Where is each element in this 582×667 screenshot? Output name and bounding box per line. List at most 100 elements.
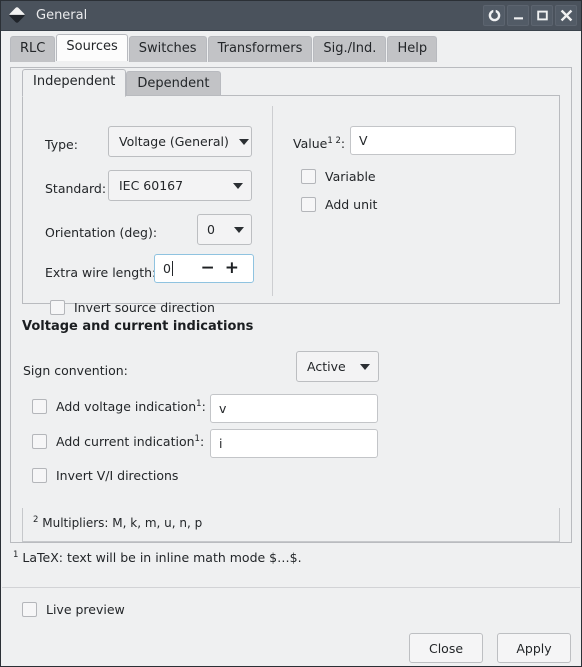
close-icon (560, 9, 572, 22)
spin-decrement-button[interactable]: − (196, 260, 220, 277)
tab-sources[interactable]: Sources (56, 34, 128, 61)
shade-icon (488, 9, 500, 22)
tab-switches[interactable]: Switches (128, 36, 207, 62)
current-indication-input[interactable]: i (210, 429, 378, 458)
maximize-icon (536, 10, 548, 21)
variable-checkbox-row[interactable]: Variable (301, 169, 376, 184)
add-current-indication-label-text: Add current indication (56, 434, 195, 449)
type-combobox[interactable]: Voltage (General) (108, 126, 252, 157)
sign-convention-combobox[interactable]: Active (296, 351, 379, 382)
value-label: Value1 2: (293, 136, 345, 151)
add-current-indication-checkbox[interactable] (32, 434, 47, 449)
voltage-indication-input[interactable]: v (210, 394, 378, 423)
spin-increment-button[interactable]: + (220, 260, 244, 277)
chevron-down-icon (234, 226, 244, 233)
close-button-label: Close (428, 640, 464, 656)
general-dialog: General RLC Sources Switches Transformer… (0, 0, 582, 667)
window-controls (483, 5, 577, 26)
tab-transformers[interactable]: Transformers (207, 36, 313, 62)
current-indication-text: i (219, 436, 223, 451)
add-voltage-indication-label-text: Add voltage indication (56, 399, 197, 414)
standard-combobox[interactable]: IEC 60167 (108, 170, 252, 201)
extra-wire-length-spinbox[interactable]: 0 − + (154, 254, 254, 283)
chevron-down-icon (233, 182, 243, 189)
maximize-button[interactable] (531, 5, 553, 26)
invert-vi-directions-checkbox[interactable] (32, 468, 47, 483)
diamond-logo-icon (8, 6, 27, 25)
orientation-combobox[interactable]: 0 (197, 214, 252, 245)
window-titlebar: General (1, 1, 581, 31)
live-preview-checkbox[interactable] (22, 602, 37, 617)
add-voltage-indication-label: Add voltage indication1: (56, 399, 206, 414)
sources-tab-panel: Independent Dependent Type: Voltage (Gen… (10, 67, 572, 543)
value-input-text: V (359, 133, 368, 148)
add-voltage-indication-checkbox-row[interactable]: Add voltage indication1: (32, 399, 206, 414)
tab-switches-label: Switches (138, 41, 197, 56)
add-current-indication-colon: : (199, 434, 205, 449)
add-unit-checkbox-row[interactable]: Add unit (301, 197, 377, 212)
apply-button-label: Apply (516, 640, 552, 656)
tab-rlc[interactable]: RLC (10, 36, 56, 62)
variable-checkbox[interactable] (301, 169, 316, 184)
tab-sig-ind[interactable]: Sig./Ind. (313, 36, 387, 62)
value-label-colon: : (340, 136, 346, 151)
apply-button[interactable]: Apply (497, 633, 571, 663)
add-unit-label: Add unit (325, 197, 378, 212)
tab-rlc-label: RLC (20, 41, 46, 56)
standard-label: Standard: (45, 181, 107, 196)
chevron-down-icon (238, 138, 249, 145)
type-combobox-value: Voltage (General) (119, 134, 229, 149)
type-label: Type: (45, 137, 78, 152)
voltage-indication-text: v (219, 401, 227, 416)
tab-help-label: Help (397, 41, 428, 56)
value-label-text: Value (293, 136, 328, 151)
tab-sources-label: Sources (66, 39, 118, 54)
close-button-bottom[interactable]: Close (409, 633, 483, 663)
window-title: General (36, 8, 88, 23)
chevron-down-icon (360, 363, 370, 370)
sign-convention-value: Active (307, 359, 346, 374)
indications-section-title: Voltage and current indications (22, 319, 254, 334)
text-caret (171, 261, 173, 276)
tab-sig-ind-label: Sig./Ind. (323, 41, 377, 56)
latex-footnote: 1 LaTeX: text will be in inline math mod… (13, 550, 302, 565)
independent-groupbox: Type: Voltage (General) Standard: IEC 60… (22, 95, 560, 315)
add-current-indication-checkbox-row[interactable]: Add current indication1: (32, 434, 204, 449)
tab-help[interactable]: Help (387, 36, 438, 62)
subtab-independent-label: Independent (33, 74, 116, 89)
main-tabbar: RLC Sources Switches Transformers Sig./I… (1, 31, 581, 62)
add-voltage-indication-checkbox[interactable] (32, 399, 47, 414)
invert-source-direction-label: Invert source direction (74, 300, 215, 315)
standard-combobox-value: IEC 60167 (119, 178, 184, 193)
add-current-indication-label: Add current indication1: (56, 434, 204, 449)
latex-text: LaTeX: text will be in inline math mode … (18, 550, 302, 565)
variable-label: Variable (325, 169, 376, 184)
sign-convention-label: Sign convention: (23, 363, 128, 378)
bottom-separator (2, 587, 580, 588)
invert-source-direction-checkbox[interactable] (50, 300, 65, 315)
minimize-button[interactable] (507, 5, 529, 26)
orientation-combobox-value: 0 (207, 222, 215, 237)
subtab-independent[interactable]: Independent (22, 69, 127, 97)
add-unit-checkbox[interactable] (301, 197, 316, 212)
close-button[interactable] (555, 5, 577, 26)
subtab-dependent[interactable]: Dependent (126, 71, 221, 97)
invert-vi-directions-label: Invert V/I directions (56, 468, 179, 483)
invert-vi-directions-checkbox-row[interactable]: Invert V/I directions (32, 468, 178, 483)
multipliers-text: Multipliers: M, k, m, u, n, p (38, 516, 203, 530)
extra-wire-length-label: Extra wire length: (45, 265, 157, 280)
live-preview-checkbox-row[interactable]: Live preview (22, 602, 125, 617)
live-preview-label: Live preview (46, 602, 125, 617)
minimize-icon (513, 17, 523, 20)
extra-wire-length-value: 0 (163, 261, 171, 276)
multipliers-footnote: 2 Multipliers: M, k, m, u, n, p (22, 508, 560, 542)
value-label-superscript: 1 2 (327, 135, 341, 146)
add-voltage-indication-colon: : (201, 399, 206, 414)
invert-source-direction-checkbox-row[interactable]: Invert source direction (50, 300, 215, 315)
source-subtabbar: Independent Dependent (11, 68, 571, 97)
column-divider (272, 106, 273, 296)
value-input[interactable]: V (350, 126, 516, 155)
shade-button[interactable] (483, 5, 505, 26)
orientation-label: Orientation (deg): (45, 225, 158, 240)
subtab-dependent-label: Dependent (137, 76, 210, 91)
